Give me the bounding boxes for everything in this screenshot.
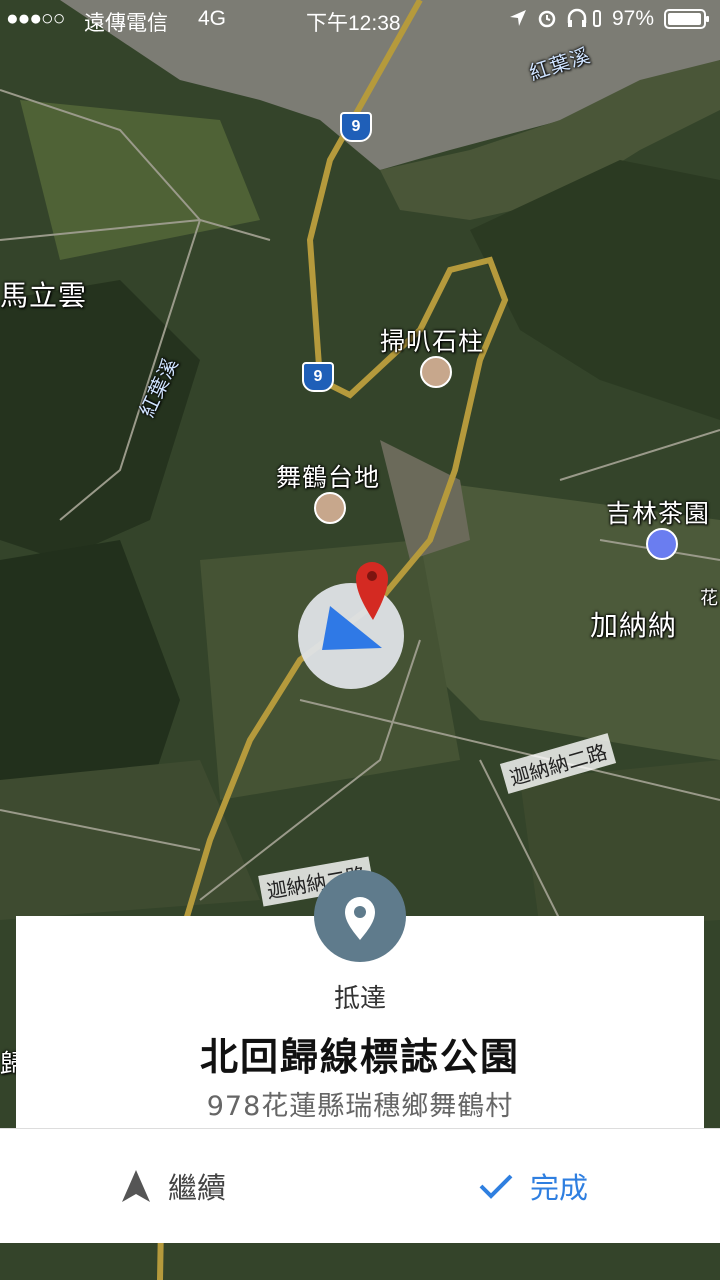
place-label-edge: 花 — [700, 588, 719, 609]
network-type: 4G — [198, 7, 227, 30]
location-arrow-icon — [508, 8, 528, 34]
battery-percent: 97% — [612, 7, 655, 30]
done-button[interactable]: 完成 — [478, 1129, 588, 1243]
destination-address: 978花蓮縣瑞穗鄉舞鶴村 — [206, 1091, 514, 1122]
place-label-saoba[interactable]: 掃叭石柱 — [380, 322, 484, 358]
bottom-action-bar: 繼續 完成 — [0, 1128, 720, 1243]
arrive-label: 抵達 — [333, 984, 386, 1014]
navigation-arrow-icon — [122, 1170, 150, 1202]
place-label-jilin[interactable]: 吉林茶園 — [606, 494, 710, 530]
highway-shield-9: 9 — [302, 362, 334, 392]
location-pin-icon — [314, 870, 406, 962]
continue-button[interactable]: 繼續 — [120, 1129, 226, 1243]
battery-icon — [664, 9, 710, 35]
highway-shield-9: 9 — [340, 112, 372, 142]
status-bar: ●●●○○ 遠傳電信 4G 下午12:38 97% — [0, 0, 720, 40]
camera-poi-icon[interactable] — [420, 356, 452, 388]
done-label: 完成 — [530, 1171, 589, 1205]
place-label-wuhe[interactable]: 舞鶴台地 — [276, 458, 380, 494]
shopping-poi-icon[interactable] — [646, 528, 678, 560]
alarm-icon — [537, 8, 557, 34]
carrier-name: 遠傳電信 — [84, 12, 168, 35]
destination-name: 北回歸線標誌公園 — [199, 1035, 520, 1079]
clock: 下午12:38 — [306, 12, 401, 35]
continue-label: 繼續 — [168, 1171, 227, 1205]
orientation-lock-icon — [592, 8, 602, 34]
checkmark-icon — [479, 1174, 513, 1199]
headphones-icon — [566, 8, 588, 34]
place-label-janana[interactable]: 加納納 — [590, 604, 677, 644]
camera-poi-icon[interactable] — [314, 492, 346, 524]
signal-strength: ●●●○○ — [6, 7, 65, 30]
place-label-malyun[interactable]: 馬立雲 — [0, 274, 87, 314]
